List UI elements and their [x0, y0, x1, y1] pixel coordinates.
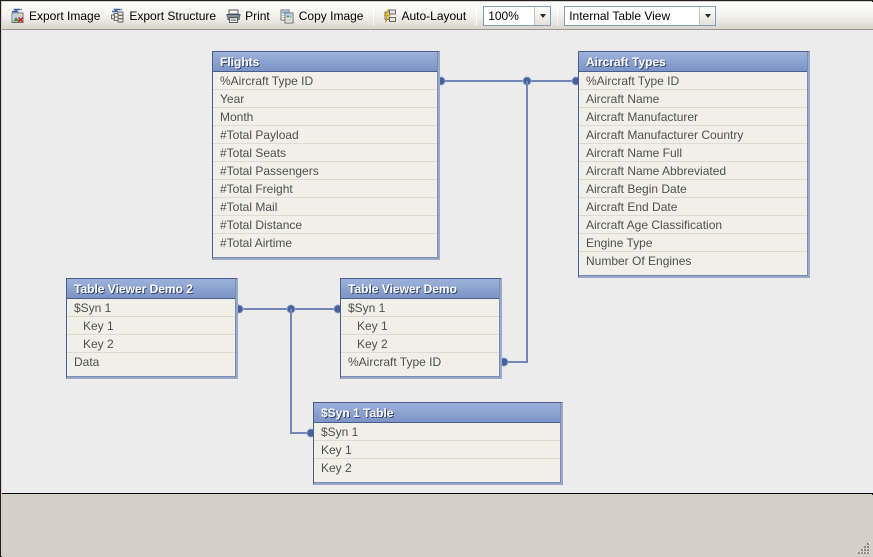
entity-field[interactable]: #Total Freight — [213, 180, 437, 198]
entity-field[interactable]: Year — [213, 90, 437, 108]
copy-image-label: Copy Image — [298, 8, 364, 23]
export-structure-button[interactable]: Export Structure — [106, 5, 222, 27]
entity-field[interactable]: Aircraft Name Full — [579, 144, 807, 162]
entity-field[interactable]: %Aircraft Type ID — [579, 72, 807, 90]
entity-syn-1-table[interactable]: $Syn 1 Table $Syn 1 Key 1 Key 2 — [313, 402, 563, 485]
entity-field[interactable]: Key 1 — [67, 317, 235, 335]
zoom-level-combobox[interactable]: 100% — [483, 5, 552, 26]
entity-field[interactable]: #Total Mail — [213, 198, 437, 216]
entity-field[interactable]: Data — [67, 353, 235, 371]
entity-field-list: $Syn 1 Key 1 Key 2 Data — [67, 299, 235, 371]
entity-field[interactable]: %Aircraft Type ID — [341, 353, 499, 371]
relationship-endpoint-node[interactable] — [522, 76, 532, 86]
entity-inner: $Syn 1 Table $Syn 1 Key 1 Key 2 — [314, 403, 561, 483]
entity-field[interactable]: Key 1 — [314, 441, 560, 459]
entity-bottom-pad — [314, 477, 560, 482]
entity-field[interactable]: Aircraft Manufacturer — [579, 108, 807, 126]
entity-aircraft-types[interactable]: Aircraft Types %Aircraft Type ID Aircraft … — [578, 51, 810, 278]
entity-title[interactable]: Aircraft Types — [579, 52, 807, 72]
entity-field[interactable]: Key 2 — [341, 335, 499, 353]
entity-field[interactable]: Key 2 — [314, 459, 560, 477]
entity-field-list: %Aircraft Type ID Aircraft Name Aircraft M… — [579, 72, 807, 270]
entity-field[interactable]: Key 1 — [341, 317, 499, 335]
entity-inner: Table Viewer Demo $Syn 1 Key 1 Key 2 %Aircra… — [341, 279, 500, 377]
diagram-window: Export Image Export Structure Print Copy… — [0, 0, 873, 557]
entity-field[interactable]: Aircraft Name Abbreviated — [579, 162, 807, 180]
entity-bottom-pad — [341, 371, 499, 376]
toolbar-separator-2 — [476, 6, 478, 25]
entity-field[interactable]: #Total Passengers — [213, 162, 437, 180]
print-label: Print — [245, 8, 270, 23]
relationship-endpoint-node[interactable] — [286, 304, 296, 314]
auto-layout-label: Auto-Layout — [401, 8, 467, 23]
entity-field[interactable]: Month — [213, 108, 437, 126]
export-image-icon — [9, 7, 26, 24]
entity-bottom-pad — [579, 270, 807, 275]
entity-field[interactable]: %Aircraft Type ID — [213, 72, 437, 90]
entity-field[interactable]: #Total Payload — [213, 126, 437, 144]
entity-field[interactable]: Aircraft End Date — [579, 198, 807, 216]
view-mode-value: Internal Table View — [569, 8, 671, 23]
entity-inner: Aircraft Types %Aircraft Type ID Aircraft … — [579, 52, 808, 276]
entity-field[interactable]: Aircraft Age Classification — [579, 216, 807, 234]
entity-field[interactable]: Aircraft Name — [579, 90, 807, 108]
entity-field[interactable]: Key 2 — [67, 335, 235, 353]
entity-field[interactable]: Engine Type — [579, 234, 807, 252]
toolbar-separator-3 — [557, 6, 559, 25]
copy-image-button[interactable]: Copy Image — [276, 5, 370, 27]
entity-bottom-pad — [213, 252, 437, 257]
dialog-button-bar: OK Cancel Help — [2, 495, 873, 557]
printer-icon — [225, 8, 242, 24]
chevron-down-icon[interactable] — [534, 6, 551, 25]
entity-title[interactable]: Table Viewer Demo 2 — [67, 279, 235, 299]
copy-image-icon — [279, 8, 296, 24]
entity-field[interactable]: #Total Seats — [213, 144, 437, 162]
view-mode-combobox[interactable]: Internal Table View — [564, 5, 717, 26]
auto-layout-button[interactable]: Auto-Layout — [378, 5, 472, 27]
entity-field[interactable]: $Syn 1 — [314, 423, 560, 441]
export-image-label: Export Image — [29, 8, 101, 23]
relationship-link-aircraft-types-to-table-viewer-demo[interactable] — [504, 81, 528, 363]
entity-field-list: $Syn 1 Key 1 Key 2 %Aircraft Type ID — [341, 299, 499, 371]
entity-inner: Table Viewer Demo 2 $Syn 1 Key 1 Key 2 Data — [67, 279, 236, 377]
entity-field[interactable]: Aircraft Begin Date — [579, 180, 807, 198]
entity-flights[interactable]: Flights %Aircraft Type ID Year Month #Total … — [212, 51, 440, 260]
diagram-canvas[interactable]: Flights %Aircraft Type ID Year Month #Total … — [2, 30, 873, 494]
chevron-down-icon[interactable] — [699, 6, 716, 25]
entity-inner: Flights %Aircraft Type ID Year Month #Total … — [213, 52, 438, 258]
entity-title[interactable]: Table Viewer Demo — [341, 279, 499, 299]
toolbar: Export Image Export Structure Print Copy… — [2, 2, 873, 30]
entity-title[interactable]: $Syn 1 Table — [314, 403, 560, 423]
entity-field[interactable]: Number Of Engines — [579, 252, 807, 270]
entity-table-viewer-demo[interactable]: Table Viewer Demo $Syn 1 Key 1 Key 2 %Aircra… — [340, 278, 502, 379]
entity-field[interactable]: Aircraft Manufacturer Country — [579, 126, 807, 144]
entity-title[interactable]: Flights — [213, 52, 437, 72]
export-image-button[interactable]: Export Image — [6, 5, 106, 27]
entity-field[interactable]: $Syn 1 — [341, 299, 499, 317]
zoom-level-value: 100% — [488, 8, 519, 23]
entity-field-list: %Aircraft Type ID Year Month #Total Payload… — [213, 72, 437, 252]
entity-field-list: $Syn 1 Key 1 Key 2 — [314, 423, 560, 477]
entity-table-viewer-demo-2[interactable]: Table Viewer Demo 2 $Syn 1 Key 1 Key 2 Data — [66, 278, 238, 379]
auto-layout-icon — [381, 8, 398, 24]
print-button[interactable]: Print — [222, 5, 276, 27]
toolbar-separator-1 — [373, 6, 375, 25]
entity-field[interactable]: #Total Distance — [213, 216, 437, 234]
entity-bottom-pad — [67, 371, 235, 376]
relationship-link-demo2-to-syn1-table[interactable] — [290, 309, 311, 434]
entity-field[interactable]: $Syn 1 — [67, 299, 235, 317]
export-structure-label: Export Structure — [129, 8, 217, 23]
export-structure-icon — [109, 7, 126, 24]
entity-field[interactable]: #Total Airtime — [213, 234, 437, 252]
resize-grip-icon[interactable] — [856, 540, 871, 555]
